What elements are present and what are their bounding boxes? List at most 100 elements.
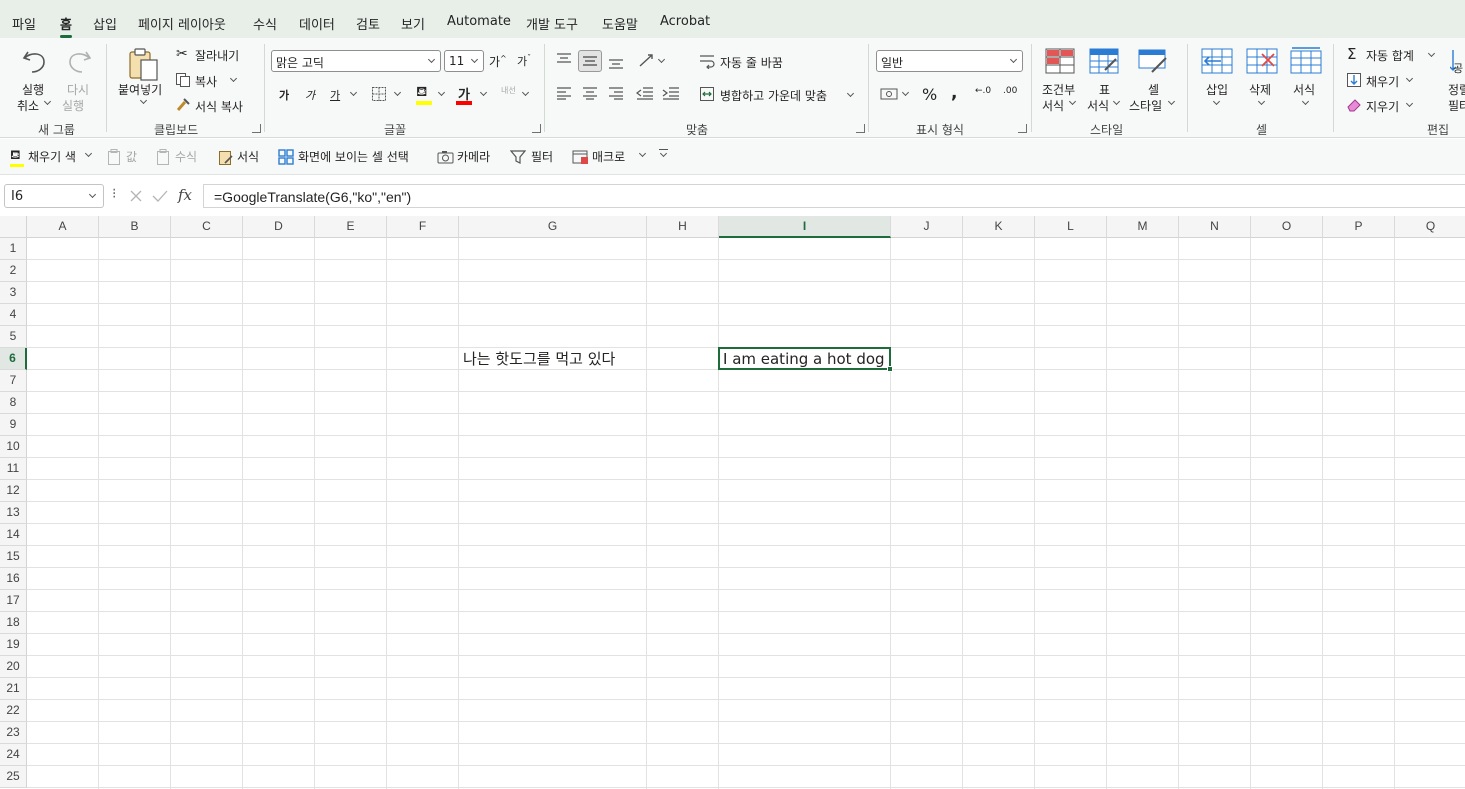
percent-button[interactable]: % — [922, 85, 937, 104]
more-options-icon[interactable]: ⁝ — [112, 186, 116, 202]
active-cell-outline[interactable] — [718, 347, 891, 370]
column-header-b[interactable]: B — [99, 216, 171, 238]
divider — [1187, 44, 1188, 132]
tab-insert[interactable]: 삽입 — [93, 14, 117, 33]
align-center-icon[interactable] — [582, 86, 598, 100]
tab-automate[interactable]: Automate — [447, 14, 511, 29]
row-header-19[interactable]: 19 — [0, 634, 27, 656]
column-header-e[interactable]: E — [315, 216, 387, 238]
align-middle-button[interactable] — [578, 50, 602, 72]
tab-developer[interactable]: 개발 도구 — [526, 14, 578, 33]
row-header-1[interactable]: 1 — [0, 238, 27, 260]
dialog-launcher-font[interactable] — [532, 124, 541, 133]
tab-file[interactable]: 파일 — [12, 14, 36, 33]
row-header-4[interactable]: 4 — [0, 304, 27, 326]
excel-window: 파일 홈 삽입 페이지 레이아웃 수식 데이터 검토 보기 Automate 개… — [0, 0, 1465, 789]
tab-review[interactable]: 검토 — [356, 14, 380, 33]
row-header-12[interactable]: 12 — [0, 480, 27, 502]
column-header-g[interactable]: G — [459, 216, 647, 238]
column-header-n[interactable]: N — [1179, 216, 1251, 238]
increase-indent-icon[interactable] — [662, 86, 680, 100]
gridline-horizontal — [27, 567, 1465, 568]
tab-formulas[interactable]: 수식 — [253, 14, 277, 33]
row-header-15[interactable]: 15 — [0, 546, 27, 568]
tab-acrobat[interactable]: Acrobat — [660, 14, 710, 29]
row-header-23[interactable]: 23 — [0, 722, 27, 744]
row-header-22[interactable]: 22 — [0, 700, 27, 722]
font-name-select[interactable]: 맑은 고딕 — [271, 50, 441, 72]
underline-button[interactable]: 가 — [330, 87, 340, 103]
column-header-d[interactable]: D — [243, 216, 315, 238]
font-size-value: 11 — [449, 54, 465, 68]
gridline-horizontal — [27, 413, 1465, 414]
cell-g6[interactable]: 나는 핫도그를 먹고 있다 — [463, 348, 615, 370]
comma-style-button[interactable]: , — [951, 83, 957, 103]
row-header-10[interactable]: 10 — [0, 436, 27, 458]
cancel-icon[interactable] — [129, 189, 143, 203]
phonetic-button[interactable]: 내선 — [501, 85, 516, 96]
gridline-vertical — [170, 238, 171, 789]
row-header-9[interactable]: 9 — [0, 414, 27, 436]
tab-page-layout[interactable]: 페이지 레이아웃 — [138, 14, 226, 33]
increase-font-button[interactable]: 가^ — [489, 53, 507, 70]
row-header-3[interactable]: 3 — [0, 282, 27, 304]
row-header-7[interactable]: 7 — [0, 370, 27, 392]
row-header-14[interactable]: 14 — [0, 524, 27, 546]
align-left-icon[interactable] — [556, 86, 572, 100]
column-header-p[interactable]: P — [1323, 216, 1395, 238]
row-header-8[interactable]: 8 — [0, 392, 27, 414]
worksheet-grid[interactable]: A B C D E F G H I J K L M N O P Q 1 2 3 4 5 6 7 8 9 10 11 12 13 14 15 16… — [0, 216, 1465, 789]
tab-home[interactable]: 홈 — [60, 14, 72, 38]
row-header-2[interactable]: 2 — [0, 260, 27, 282]
align-bottom-icon[interactable] — [608, 56, 624, 70]
increase-decimal-button[interactable]: ←.0 — [975, 86, 991, 96]
italic-button[interactable]: 가 — [305, 87, 315, 103]
column-header-h[interactable]: H — [647, 216, 719, 238]
row-header-16[interactable]: 16 — [0, 568, 27, 590]
font-size-select[interactable]: 11 — [444, 50, 484, 72]
column-header-i[interactable]: I — [719, 216, 891, 238]
align-top-icon[interactable] — [556, 52, 572, 66]
enter-icon[interactable] — [152, 189, 168, 203]
align-right-icon[interactable] — [608, 86, 624, 100]
dialog-launcher-clipboard[interactable] — [252, 124, 261, 133]
fill-handle[interactable] — [887, 366, 893, 372]
divider — [868, 44, 869, 132]
bold-button[interactable]: 가 — [279, 87, 289, 103]
insert-function-icon[interactable]: fx — [178, 186, 192, 204]
row-header-17[interactable]: 17 — [0, 590, 27, 612]
formula-input[interactable]: =GoogleTranslate(G6,"ko","en") — [203, 184, 1465, 208]
chevron-down-icon — [139, 96, 148, 105]
row-header-20[interactable]: 20 — [0, 656, 27, 678]
fill-label: 채우기 — [1366, 75, 1400, 89]
dialog-launcher-alignment[interactable] — [856, 124, 865, 133]
row-header-5[interactable]: 5 — [0, 326, 27, 348]
row-header-18[interactable]: 18 — [0, 612, 27, 634]
number-format-select[interactable]: 일반 — [876, 50, 1023, 72]
row-header-11[interactable]: 11 — [0, 458, 27, 480]
tab-data[interactable]: 데이터 — [299, 14, 335, 33]
row-header-24[interactable]: 24 — [0, 744, 27, 766]
ribbon-home: 실행 취소 다시 실행 새 그룹 붙여넣기 ✂ 잘라내기 복사 서식 복사 클립… — [0, 38, 1465, 138]
column-header-q[interactable]: Q — [1395, 216, 1465, 238]
select-all-button[interactable] — [0, 216, 27, 238]
dialog-launcher-number[interactable] — [1018, 124, 1027, 133]
row-header-13[interactable]: 13 — [0, 502, 27, 524]
row-header-21[interactable]: 21 — [0, 678, 27, 700]
row-header-6[interactable]: 6 — [0, 348, 27, 370]
row-header-25[interactable]: 25 — [0, 766, 27, 788]
column-header-c[interactable]: C — [171, 216, 243, 238]
column-header-k[interactable]: K — [963, 216, 1035, 238]
column-header-l[interactable]: L — [1035, 216, 1107, 238]
decrease-font-button[interactable]: 가ˇ — [517, 53, 531, 69]
column-header-a[interactable]: A — [27, 216, 99, 238]
tab-view[interactable]: 보기 — [401, 14, 425, 33]
decrease-decimal-button[interactable]: .00 — [1003, 86, 1017, 96]
column-header-o[interactable]: O — [1251, 216, 1323, 238]
column-header-m[interactable]: M — [1107, 216, 1179, 238]
tab-help[interactable]: 도움말 — [602, 14, 638, 33]
name-box[interactable]: I6 — [4, 184, 104, 208]
column-header-f[interactable]: F — [387, 216, 459, 238]
decrease-indent-icon[interactable] — [636, 86, 654, 100]
column-header-j[interactable]: J — [891, 216, 963, 238]
